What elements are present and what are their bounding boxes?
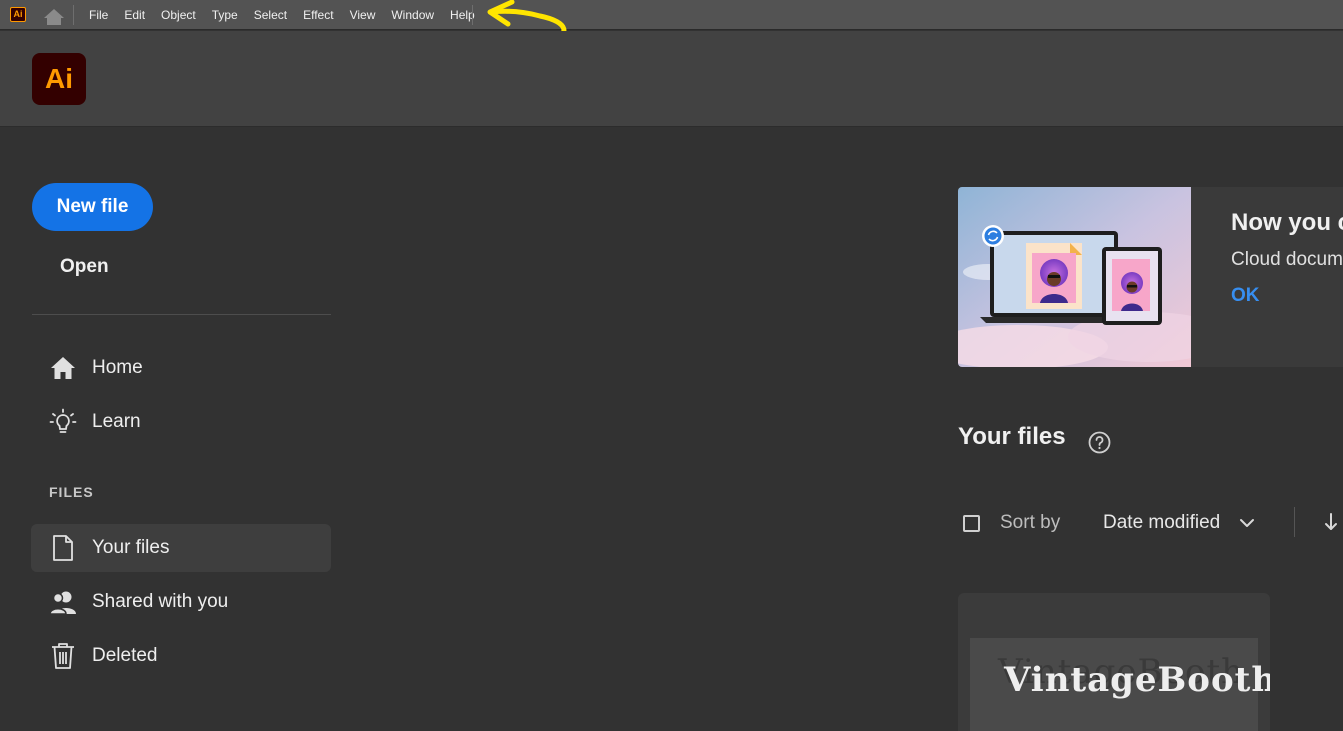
sidebar-item-label: Deleted — [92, 645, 158, 666]
menu-view[interactable]: View — [342, 1, 384, 29]
menu-file[interactable]: File — [81, 1, 116, 29]
sort-dropdown[interactable]: Date modified — [1103, 512, 1220, 534]
sort-by-label: Sort by — [1000, 512, 1061, 533]
people-icon — [49, 588, 77, 616]
file-icon — [49, 534, 77, 562]
menu-separator — [472, 5, 473, 25]
sidebar-item-label: Learn — [92, 411, 141, 432]
sidebar-item-home[interactable]: Home — [31, 344, 331, 392]
menu-type[interactable]: Type — [204, 1, 246, 29]
illustrator-logo: Ai — [32, 53, 86, 105]
menu-edit[interactable]: Edit — [116, 1, 153, 29]
app-header: Ai — [0, 31, 1343, 127]
sidebar-item-label: Shared with you — [92, 591, 229, 612]
select-all-checkbox[interactable] — [963, 515, 980, 532]
illustrator-app-icon[interactable]: Ai — [10, 7, 26, 22]
banner-text: Cloud docum — [1231, 249, 1343, 270]
sidebar-item-label: Home — [92, 357, 143, 378]
sort-direction-arrow-icon[interactable] — [1322, 512, 1340, 532]
file-thumbnail: VintageBooth VintageBooth — [970, 638, 1270, 731]
new-file-button[interactable]: New file — [32, 183, 153, 231]
sidebar-item-label: Your files — [92, 537, 170, 558]
menu-separator — [73, 5, 74, 25]
file-card[interactable]: VintageBooth VintageBooth — [958, 593, 1270, 731]
banner-ok-link[interactable]: OK — [1231, 285, 1260, 307]
menu-window[interactable]: Window — [383, 1, 442, 29]
sidebar-divider — [32, 314, 331, 315]
cloud-devices-illustration — [958, 187, 1191, 367]
menu-effect[interactable]: Effect — [295, 1, 341, 29]
thumbnail-text: VintageBooth — [1004, 660, 1270, 700]
chevron-down-icon[interactable] — [1238, 514, 1256, 532]
cloud-documents-banner: Now you c Cloud docum OK — [958, 187, 1343, 367]
menu-bar: Ai File Edit Object Type Select Effect V… — [0, 0, 1343, 30]
menu-items: File Edit Object Type Select Effect View… — [81, 0, 483, 30]
menu-select[interactable]: Select — [246, 1, 295, 29]
toolbar-separator — [1294, 507, 1295, 537]
files-section-heading: FILES — [49, 484, 94, 500]
sidebar-item-deleted[interactable]: Deleted — [31, 632, 331, 680]
help-icon[interactable] — [1088, 431, 1111, 454]
banner-title: Now you c — [1231, 209, 1343, 236]
trash-icon — [49, 642, 77, 670]
your-files-heading: Your files — [958, 423, 1066, 450]
sidebar-item-shared-with-you[interactable]: Shared with you — [31, 578, 331, 626]
lightbulb-icon — [49, 408, 77, 436]
menu-help[interactable]: Help — [442, 1, 483, 29]
sidebar-item-learn[interactable]: Learn — [31, 398, 331, 446]
menu-object[interactable]: Object — [153, 1, 204, 29]
sidebar-item-your-files[interactable]: Your files — [31, 524, 331, 572]
home-icon — [49, 354, 77, 382]
home-icon[interactable] — [43, 8, 65, 26]
open-button[interactable]: Open — [44, 250, 134, 284]
